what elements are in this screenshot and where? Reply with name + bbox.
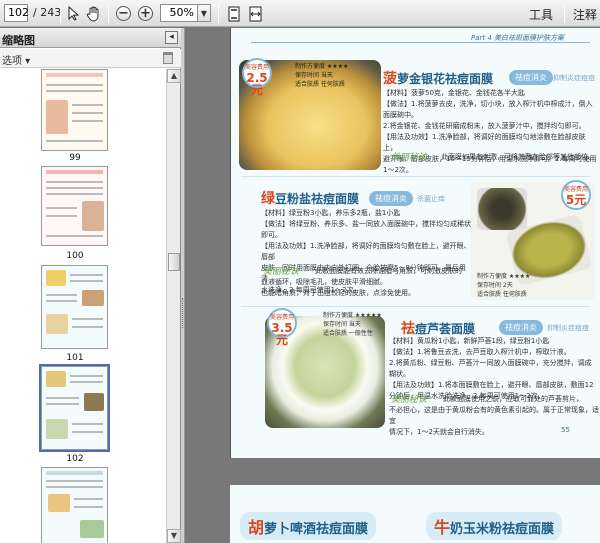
thumbnail-page-99[interactable] xyxy=(41,69,108,151)
recipe-badge: 祛痘消炎 xyxy=(509,70,553,85)
thumbnail-label: 101 xyxy=(66,353,84,363)
recipe-title: 菠萝金银花祛痘面膜 xyxy=(383,71,494,87)
thumbnail-panel-toolbar: 选项 ▾ xyxy=(0,49,181,68)
thumbnail-scrollbar[interactable]: ▲ ▼ xyxy=(166,69,181,543)
section-divider xyxy=(241,306,590,307)
thumbnail-label: 102 xyxy=(66,454,84,464)
scroll-up-icon[interactable]: ▲ xyxy=(167,69,181,83)
bowl-image xyxy=(477,188,527,230)
document-page-next: 胡萝卜啤酒祛痘面膜 牛奶玉米粉祛痘面膜 xyxy=(230,485,600,543)
beauty-tip: 血液循环，吸除毛孔，使皮肤平滑细腻。 也能暗角质，对于出痘较轻的皮肤，点涂免使用… xyxy=(261,278,415,297)
fit-page-icon[interactable] xyxy=(224,4,243,23)
section-divider xyxy=(241,176,590,177)
zoom-out-icon[interactable]: − xyxy=(114,4,133,23)
scroll-down-icon[interactable]: ▼ xyxy=(167,529,181,543)
header-rule xyxy=(251,42,590,43)
beauty-tip-label: 美丽秘诀 xyxy=(263,267,300,277)
thumbnail-panel-header: 缩略图 ◂ xyxy=(0,28,181,48)
zoom-level-input[interactable]: 50% xyxy=(160,4,198,22)
toolbar-separator xyxy=(60,4,61,23)
trash-icon[interactable] xyxy=(163,52,173,64)
thumbnail-panel: 缩略图 ◂ 选项 ▾ 99 100 101 102 ▲ ▼ xyxy=(0,28,181,543)
toolbar-separator xyxy=(108,4,109,23)
thumbnail-page-100[interactable] xyxy=(41,166,108,246)
recipe-title: 胡萝卜啤酒祛痘面膜 xyxy=(240,512,377,540)
toolbar-separator xyxy=(564,4,565,23)
recipe-specs: 制作方便度 ★★★★★ 保存时间 当天 适合肤质 一般性性 xyxy=(323,312,382,337)
select-arrow-icon[interactable] xyxy=(64,4,83,23)
page-number-input[interactable]: 102 xyxy=(4,4,29,22)
price-badge: 美容费用 2.5元 xyxy=(242,58,272,96)
price-badge: 美容费用 3.5元 xyxy=(267,308,297,346)
recipe-note: 杀菌止痒 xyxy=(417,195,445,203)
options-menu[interactable]: 选项 ▾ xyxy=(2,52,30,67)
panel-title: 缩略图 xyxy=(2,34,35,47)
thumbnail-page-102[interactable] xyxy=(39,364,110,452)
fit-width-icon[interactable] xyxy=(246,4,265,23)
toolbar: 102 / 243 − + 50% ▼ 工具 注释 xyxy=(0,0,600,27)
recipe-badge: 祛痘消炎 xyxy=(369,191,413,206)
comment-menu[interactable]: 注释 xyxy=(573,6,597,23)
thumbnail-label: 99 xyxy=(69,153,81,163)
toolbar-separator xyxy=(218,4,219,23)
beauty-tip-label: 美丽秘诀 xyxy=(391,153,428,163)
close-panel-icon[interactable]: ◂ xyxy=(165,31,178,44)
scrollbar-thumb[interactable] xyxy=(168,253,180,271)
beauty-tip: 此款面膜使用之前，应取可靠处的芦荟剪片， xyxy=(443,395,583,403)
zoom-dropdown-button[interactable]: ▼ xyxy=(198,4,211,22)
recipe-note: 抑制炎症痘痘 xyxy=(547,324,589,332)
recipe-title: 绿豆粉盐祛痘面膜 xyxy=(261,191,360,207)
price-badge: 美容费用 5元 xyxy=(561,180,591,210)
recipe-title: 祛痘芦荟面膜 xyxy=(401,321,476,337)
recipe-badge: 祛痘消炎 xyxy=(499,320,543,335)
page-total: / 243 xyxy=(33,6,62,19)
thumbnail-label: 100 xyxy=(66,251,84,261)
thumbnail-page-101[interactable] xyxy=(41,265,108,349)
recipe-title: 牛奶玉米粉祛痘面膜 xyxy=(426,512,563,540)
beauty-tip: 此面膜如果有刺激，可将其敷在脸部等其他部位。 xyxy=(441,153,595,161)
panel-splitter[interactable] xyxy=(181,28,185,543)
zoom-in-icon[interactable]: + xyxy=(136,4,155,23)
recipe-note: 抑制炎症痘痘 xyxy=(553,74,595,82)
thumbnail-list[interactable]: 99 100 101 102 xyxy=(0,69,166,543)
splitter-grip-icon xyxy=(182,298,184,328)
recipe-specs: 制作方便度 ★★★★ 保存时间 2天 适合肤质 任何肤质 xyxy=(477,273,531,298)
thumbnail-page-103[interactable] xyxy=(41,467,108,543)
hand-icon[interactable] xyxy=(84,4,103,23)
document-viewer[interactable]: Part 4 美白祛斑面膜护肤方案 美容费用 2.5元 制作方便度 ★★★★ 保… xyxy=(186,28,600,543)
beauty-tip-label: 美丽秘诀 xyxy=(391,395,428,405)
recipe-specs: 制作方便度 ★★★★ 保存时间 当天 适合肤质 任何肤质 xyxy=(295,63,349,88)
beauty-tip: 此敷面膜能有效去除油脂与角质，可刺激皮肤的 xyxy=(315,267,462,275)
page-number: 55 xyxy=(561,426,570,434)
tools-menu[interactable]: 工具 xyxy=(529,6,553,23)
document-page: Part 4 美白祛斑面膜护肤方案 美容费用 2.5元 制作方便度 ★★★★ 保… xyxy=(230,28,600,458)
